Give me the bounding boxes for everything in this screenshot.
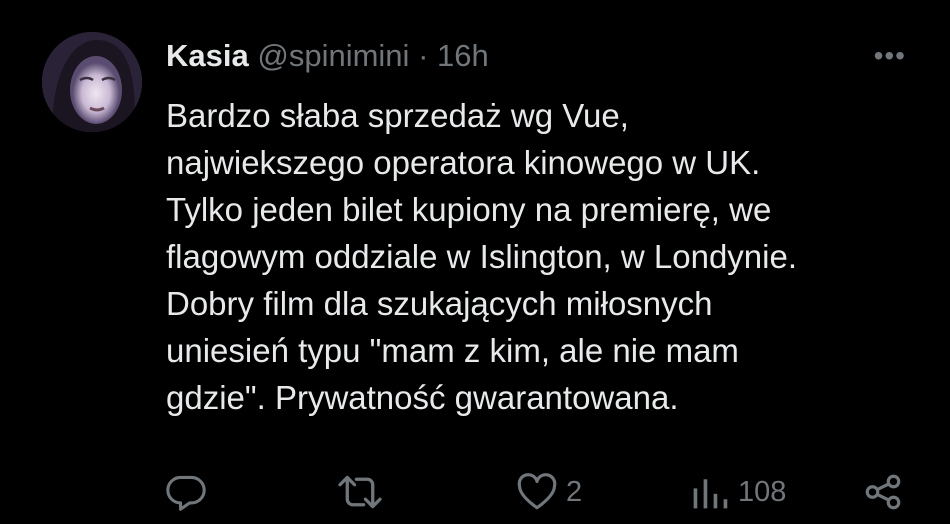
- retweet-icon: [338, 475, 382, 509]
- views-icon: [693, 479, 728, 509]
- share-button[interactable]: [862, 472, 904, 512]
- tweet-text: Bardzo słaba sprzedaż wg Vue, najwieksze…: [166, 92, 926, 421]
- more-options-icon[interactable]: •••: [874, 42, 906, 70]
- separator-dot: ·: [418, 38, 429, 73]
- avatar-image: [42, 32, 142, 132]
- views-count: 108: [738, 475, 787, 508]
- tweet-line: najwiekszego operatora kinowego w UK.: [166, 144, 761, 181]
- action-bar: 2 108: [0, 466, 950, 518]
- author-name[interactable]: Kasia: [166, 38, 249, 73]
- tweet-line: uniesień typu "mam z kim, ale nie mam: [166, 332, 739, 369]
- author-handle[interactable]: @spinimini: [257, 38, 409, 73]
- tweet-header: Kasia @spinimini · 16h: [166, 36, 489, 76]
- avatar[interactable]: [42, 32, 142, 132]
- tweet-line: Dobry film dla szukających miłosnych: [166, 285, 713, 322]
- tweet-line: gdzie". Prywatność gwarantowana.: [166, 379, 679, 416]
- heart-icon: [517, 473, 557, 510]
- share-icon: [865, 474, 901, 510]
- retweet-button[interactable]: [336, 472, 384, 512]
- reply-icon: [166, 475, 206, 511]
- tweet-line: flagowym oddziale w Islington, w Londyni…: [166, 238, 798, 275]
- like-button[interactable]: 2: [516, 472, 582, 512]
- views-button[interactable]: 108: [690, 472, 786, 512]
- tweet-line: Bardzo słaba sprzedaż wg Vue,: [166, 97, 629, 134]
- tweet-line: Tylko jeden bilet kupiony na premierę, w…: [166, 191, 772, 228]
- like-count: 2: [566, 475, 583, 508]
- reply-button[interactable]: [164, 472, 208, 512]
- timestamp[interactable]: 16h: [437, 38, 489, 73]
